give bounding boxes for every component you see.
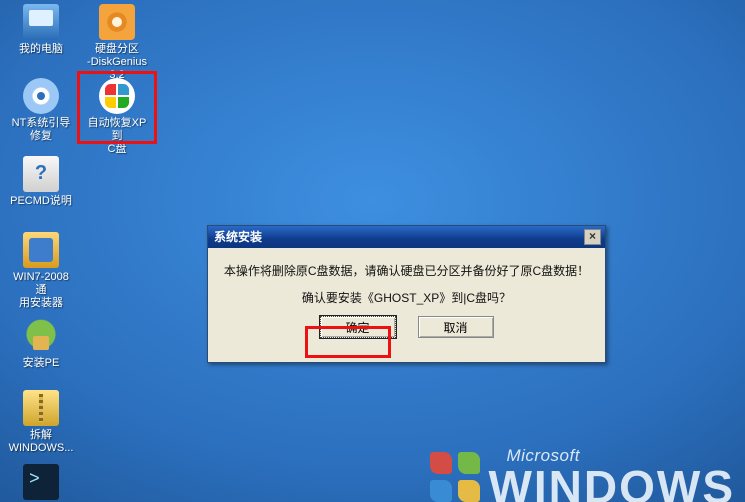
icon-label: PECMD说明 [6,195,76,208]
cancel-button[interactable]: 取消 [418,316,494,338]
icon-label: 自动恢复XP到C盘 [82,117,152,156]
icon-label: NT系统引导修复 [6,117,76,143]
dialog-buttons: 确定 取消 [220,316,593,338]
desktop-icon-auto-restore-xp[interactable]: 自动恢复XP到C盘 [82,78,152,156]
windows-flag-icon [430,452,480,502]
windows-logo: Microsoft WINDOWS [488,446,735,502]
brand-windows: WINDOWS [488,466,735,502]
cd-icon [23,78,59,114]
help-icon [23,156,59,192]
dialog-body: 本操作将删除原C盘数据，请确认硬盘已分区并备份好了原C盘数据！ 确认要安装《GH… [208,248,605,338]
dialog-message-1: 本操作将删除原C盘数据，请确认硬盘已分区并备份好了原C盘数据！ [220,262,593,279]
archive-icon [23,390,59,426]
dialog-title: 系统安装 [214,226,262,248]
desktop-icon-disk-partition[interactable]: 硬盘分区-DiskGenius 3.2 [82,4,152,82]
desktop: 我的电脑 NT系统引导修复 PECMD说明 WIN7-2008通用安装器 安装P… [0,0,745,502]
dialog-message-2: 确认要安装《GHOST_XP》到|C盘吗？ [220,289,593,306]
pe-icon [23,318,59,354]
computer-icon [23,4,59,40]
disk-icon [99,4,135,40]
icon-label: 拆解WINDOWS... [6,429,76,455]
icon-label: 安装PE [6,357,76,370]
system-install-dialog: 系统安装 × 本操作将删除原C盘数据，请确认硬盘已分区并备份好了原C盘数据！ 确… [207,225,606,363]
dialog-titlebar[interactable]: 系统安装 × [208,226,605,248]
icon-label: WIN7-2008通用安装器 [6,271,76,310]
ok-button[interactable]: 确定 [320,316,396,338]
icon-label: 硬盘分区-DiskGenius 3.2 [82,43,152,82]
installer-icon [23,232,59,268]
desktop-icon-win7-2008-installer[interactable]: WIN7-2008通用安装器 [6,232,76,310]
close-icon: × [589,229,596,243]
cmd-icon [23,464,59,500]
desktop-icon-nt-boot-repair[interactable]: NT系统引导修复 [6,78,76,143]
desktop-icon-my-computer[interactable]: 我的电脑 [6,4,76,56]
desktop-icon-manual-run[interactable]: 手动运行 [6,464,76,502]
desktop-icon-extract-windows[interactable]: 拆解WINDOWS... [6,390,76,455]
desktop-icon-install-pe[interactable]: 安装PE [6,318,76,370]
icon-label: 我的电脑 [6,43,76,56]
close-button[interactable]: × [584,229,601,245]
desktop-icon-pecmd-help[interactable]: PECMD说明 [6,156,76,208]
windows-flag-icon [99,78,135,114]
